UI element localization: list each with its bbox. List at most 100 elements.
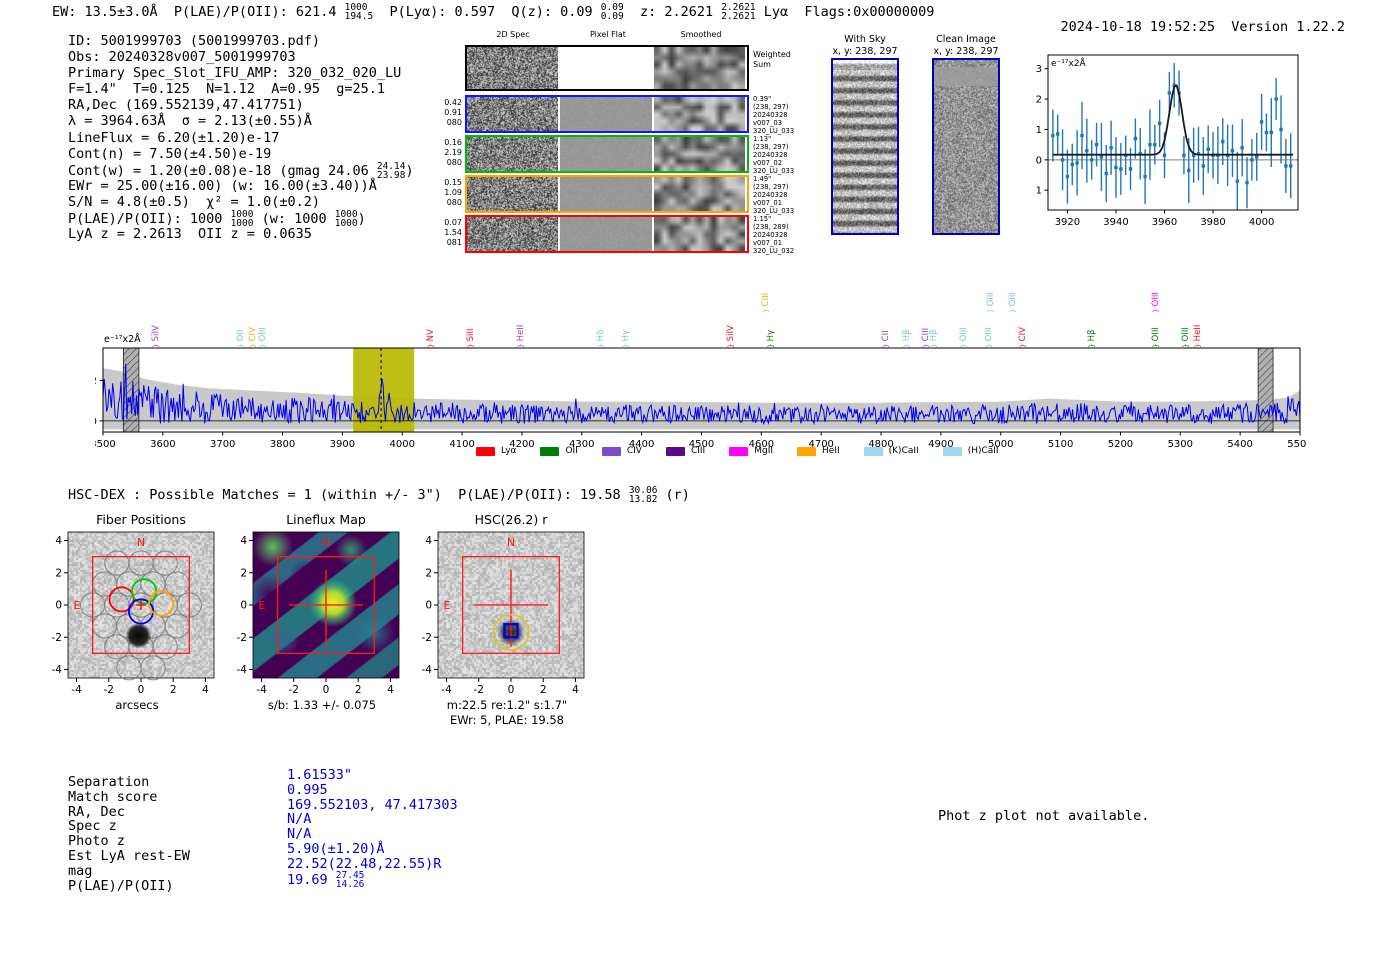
spec2d-cell-flat — [560, 217, 652, 251]
spec2d-cell-noise — [467, 177, 558, 211]
spec2d-cell-smooth — [654, 177, 745, 211]
svg-text:4: 4 — [202, 684, 209, 696]
line-label-heii: } HeII — [1193, 324, 1204, 348]
errorbar-point — [1289, 133, 1293, 199]
errorbar-point — [1201, 136, 1206, 195]
match-table-label: Match score — [68, 788, 158, 805]
svg-text:0: 0 — [95, 416, 97, 427]
spec2d-cell-flat — [560, 177, 652, 211]
text-segment: 0.995 — [287, 781, 328, 798]
svg-text:5200: 5200 — [1108, 439, 1133, 450]
stacked-interval: 2.2621 2.2621 — [721, 2, 756, 23]
text-segment: z: 2.2621 — [623, 4, 722, 21]
line-label-hβ: } Hβ — [1086, 329, 1097, 348]
text-segment: 22.52(22.48,22.55)R — [287, 855, 442, 872]
legend-item: CIV — [601, 446, 642, 456]
errorbar-point — [1056, 114, 1060, 154]
svg-text:-2: -2 — [422, 632, 432, 644]
legend-swatch — [601, 446, 621, 456]
svg-text:-4: -4 — [71, 684, 82, 696]
compass-north-label: N — [322, 536, 330, 549]
elixer-report-page: EW: 13.5±3.0Å P(LAE)/P(OII): 621.4 1000 1… — [0, 0, 1400, 953]
svg-text:4: 4 — [425, 535, 432, 547]
clean-image — [932, 58, 1000, 235]
svg-text:4000: 4000 — [390, 439, 415, 450]
svg-text:3940: 3940 — [1103, 217, 1128, 228]
errorbar-point — [1104, 144, 1108, 203]
spec2d-cell-noise — [467, 47, 558, 89]
svg-text:0: 0 — [55, 600, 62, 612]
errorbar-point — [1119, 143, 1123, 195]
errorbar-point — [1133, 118, 1138, 159]
sky-panel-title: With Sky x, y: 238, 297 — [832, 34, 898, 57]
line-label-oii: } OII — [236, 329, 247, 348]
text-segment: P(Lyα): 0.597 Q(z): 0.09 — [373, 4, 601, 21]
legend-swatch — [476, 446, 495, 456]
line-label-oiii: } OIII — [258, 327, 269, 348]
hsc-match-summary: HSC-DEX : Possible Matches = 1 (within +… — [68, 486, 690, 505]
text-segment: N/A — [287, 811, 312, 828]
match-table-label: mag — [68, 862, 93, 879]
text-segment: Cont(n) = 7.50(±4.50)e-19 — [68, 145, 272, 162]
legend-swatch — [942, 446, 962, 456]
errorbar-point — [1235, 151, 1240, 211]
line-label-oiii: } OIII — [959, 327, 970, 348]
text-segment: 169.552103, 47.417303 — [287, 796, 458, 813]
info-line: Primary Spec_Slot_IFU_AMP: 320_032_020_L… — [68, 65, 414, 81]
svg-text:-2: -2 — [237, 632, 247, 644]
errorbar-point — [1240, 119, 1244, 177]
spec2d-cell-noise — [467, 137, 558, 171]
errorbar-point — [1279, 95, 1283, 164]
panel-overlay: 4 2 0 -2 -4 -4 -2 0 2 4 N E — [237, 531, 400, 696]
legend-label: CIII — [690, 446, 706, 456]
errorbar-point — [1157, 99, 1162, 148]
errorbar-point — [1089, 140, 1094, 180]
svg-text:5400: 5400 — [1227, 439, 1252, 450]
cutout-panel-hsc_r: HSC(26.2) r 4 2 0 -2 -4 -4 -2 0 2 4 N Em:22.5 re:1.2… — [412, 512, 612, 727]
info-line: Cont(n) = 7.50(±4.50)e-19 — [68, 146, 414, 162]
panel-overlay: 4 2 0 -2 -4 -4 -2 0 2 4 N E — [422, 531, 585, 696]
compass-east-label: E — [259, 599, 266, 612]
panel-xlabel: s/b: 1.33 +/- 0.075 — [267, 698, 377, 712]
line-label-hβ: } Hβ — [929, 329, 940, 348]
masked-region — [1257, 347, 1274, 433]
info-line: Cont(w) = 1.20(±0.08)e-18 (gmag 24.06 24… — [68, 161, 414, 180]
errorbar-point — [1153, 124, 1157, 165]
svg-text:3980: 3980 — [1200, 217, 1225, 228]
zoom-spectrum-plot: 3920 3940 3960 3980 4000 3 2 1 0 -1 e⁻¹⁷x2Å — [1035, 54, 1299, 228]
match-table-value: 169.552103, 47.417303 — [287, 796, 458, 813]
spec2d-cell-noise — [467, 217, 558, 251]
neighbor-source-blob — [125, 622, 152, 649]
info-line: F=1.4" T=0.125 N=1.12 A=0.95 g=25.1 — [68, 81, 414, 97]
svg-text:2: 2 — [240, 567, 247, 579]
svg-text:3: 3 — [1036, 64, 1042, 75]
info-line: LineFlux = 6.20(±1.20)e-17 — [68, 130, 414, 146]
text-segment: EWr = 25.00(±16.00) (w: 16.00(±3.40))Å — [68, 177, 377, 194]
svg-text:-4: -4 — [237, 664, 248, 676]
errorbar-point — [1191, 127, 1196, 183]
text-segment: F=1.4" T=0.125 N=1.12 A=0.95 g=25.1 — [68, 81, 385, 98]
match-table-value: 19.69 27.45 14.26 — [287, 870, 458, 889]
text-segment: Cont(w) = 1.20(±0.08)e-18 (gmag 24.06 — [68, 162, 377, 179]
line-label-oiii: } OIII — [1151, 292, 1162, 313]
zoom-plot-ylabel: e⁻¹⁷x2Å — [1051, 57, 1087, 69]
legend-item: OII — [540, 446, 578, 456]
text-segment: ) — [405, 162, 414, 179]
panel-xlabel: m:22.5 re:1.2" s:1.7" — [446, 698, 568, 712]
svg-text:-2: -2 — [289, 684, 299, 696]
svg-text:2: 2 — [55, 567, 62, 579]
svg-text:2: 2 — [1036, 95, 1042, 106]
text-segment: (r) — [657, 487, 690, 504]
fiber-weight-labels: 0.15 1.09 080 — [444, 178, 462, 207]
svg-text:2: 2 — [95, 376, 97, 387]
photz-note: Phot z plot not available. — [938, 808, 1150, 824]
svg-text:4: 4 — [240, 535, 247, 547]
errorbar-point — [1075, 130, 1079, 196]
info-line: ID: 5001999703 (5001999703.pdf) — [68, 33, 414, 49]
text-segment: HSC-DEX : Possible Matches = 1 (within +… — [68, 487, 629, 504]
errorbar-point — [1230, 124, 1235, 177]
panel-xlabel: arcsecs — [115, 698, 159, 712]
match-table-label: Spec z — [68, 818, 117, 835]
errorbar-point — [1255, 132, 1259, 181]
text-segment: 5.90(±1.20)Å — [287, 840, 385, 857]
